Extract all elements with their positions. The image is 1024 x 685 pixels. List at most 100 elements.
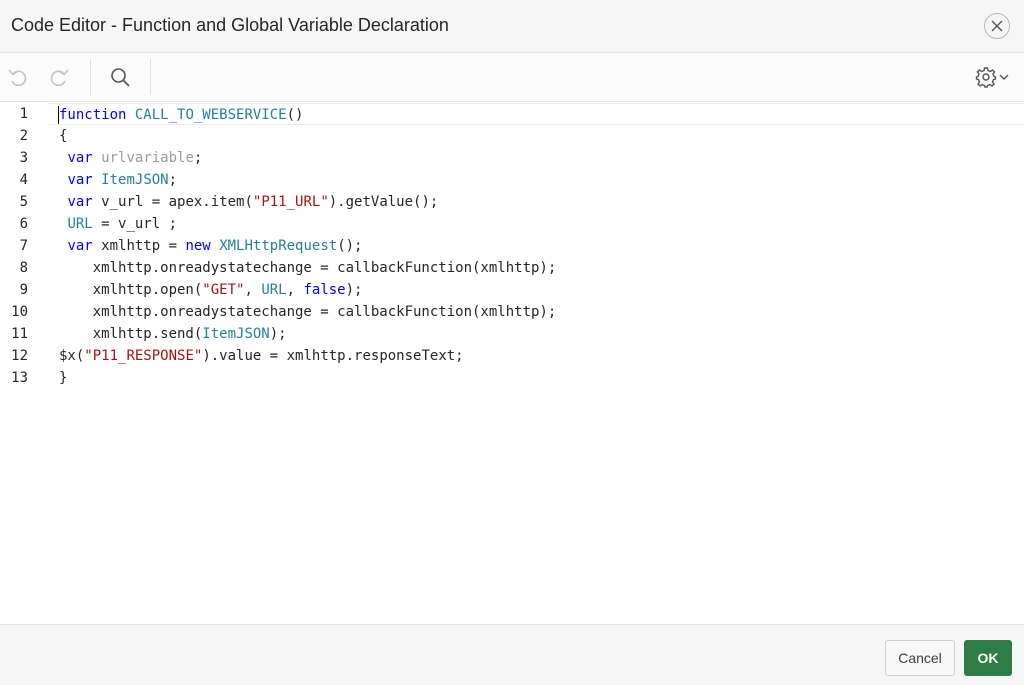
code-token: var	[67, 150, 93, 166]
code-line-text: var urlvariable;	[59, 147, 202, 169]
code-token: ;	[193, 150, 203, 166]
line-number: 11	[11, 326, 28, 342]
code-line[interactable]: xmlhttp.open("GET", URL, false);	[48, 279, 1024, 301]
line-number: 3	[19, 150, 28, 166]
ok-button[interactable]: OK	[964, 640, 1012, 676]
code-token: );	[345, 282, 363, 298]
line-number: 8	[19, 260, 28, 276]
code-line-text: }	[59, 367, 67, 389]
line-number: 1	[19, 106, 28, 122]
code-token: false	[303, 282, 346, 298]
code-line[interactable]: function CALL_TO_WEBSERVICE()	[48, 103, 1024, 125]
dialog-titlebar: Code Editor - Function and Global Variab…	[0, 0, 1024, 53]
line-number: 7	[19, 238, 28, 254]
code-token: xmlhttp.onreadystatechange = callbackFun…	[59, 304, 557, 320]
code-token: = v_url ;	[92, 216, 178, 232]
code-token: ,	[244, 282, 262, 298]
text-cursor	[58, 106, 59, 124]
redo-button[interactable]	[47, 65, 71, 89]
line-number: 12	[11, 348, 28, 364]
code-token: URL	[67, 216, 93, 232]
toolbar-separator	[90, 59, 91, 95]
code-line[interactable]: xmlhttp.send(ItemJSON);	[48, 323, 1024, 345]
code-token: "GET"	[202, 282, 245, 298]
code-token: URL	[261, 282, 287, 298]
line-number: 2	[19, 128, 28, 144]
line-number: 9	[19, 282, 28, 298]
line-number: 13	[11, 370, 28, 386]
code-token: ;	[168, 172, 178, 188]
code-token: xmlhttp.open(	[59, 282, 203, 298]
code-token: $x(	[59, 348, 85, 364]
code-line-text: xmlhttp.open("GET", URL, false);	[59, 279, 363, 301]
code-line-text: var v_url = apex.item("P11_URL").getValu…	[59, 191, 438, 213]
code-line-text: var ItemJSON;	[59, 169, 177, 191]
code-token: XMLHttpRequest	[219, 238, 338, 254]
code-token: ).getValue();	[328, 194, 439, 210]
gear-icon	[975, 67, 1009, 88]
cancel-button[interactable]: Cancel	[885, 640, 955, 676]
code-line-text: URL = v_url ;	[59, 213, 177, 235]
code-line[interactable]: var ItemJSON;	[48, 169, 1024, 191]
code-token: ItemJSON	[202, 326, 270, 342]
code-line[interactable]: }	[48, 367, 1024, 389]
code-token: xmlhttp =	[92, 238, 186, 254]
code-token: urlvariable	[101, 150, 194, 166]
dialog-footer: Cancel OK	[0, 624, 1024, 685]
code-token: ()	[286, 107, 304, 123]
code-token: "P11_RESPONSE"	[84, 348, 203, 364]
code-line[interactable]: $x("P11_RESPONSE").value = xmlhttp.respo…	[48, 345, 1024, 367]
code-token: ).value = xmlhttp.responseText;	[202, 348, 464, 364]
redo-icon	[50, 69, 69, 87]
toolbar-separator	[150, 59, 151, 95]
code-editor-dialog: Code Editor - Function and Global Variab…	[0, 0, 1024, 685]
search-icon	[111, 68, 130, 87]
editor-toolbar	[0, 53, 1024, 102]
code-token: var	[67, 172, 93, 188]
code-line[interactable]: URL = v_url ;	[48, 213, 1024, 235]
line-number: 4	[19, 172, 28, 188]
code-line[interactable]: var v_url = apex.item("P11_URL").getValu…	[48, 191, 1024, 213]
code-line-text: {	[59, 125, 67, 147]
chevron-down-icon	[999, 74, 1009, 80]
close-button[interactable]	[984, 13, 1010, 39]
code-token: new	[185, 238, 211, 254]
line-number: 10	[11, 304, 28, 320]
settings-menu-button[interactable]	[974, 65, 1014, 89]
code-line-text: $x("P11_RESPONSE").value = xmlhttp.respo…	[59, 345, 464, 367]
line-number: 5	[19, 194, 28, 210]
code-line-text: function CALL_TO_WEBSERVICE()	[59, 104, 303, 126]
code-token: var	[67, 194, 93, 210]
code-token: xmlhttp.onreadystatechange = callbackFun…	[59, 260, 557, 276]
search-button[interactable]	[108, 65, 132, 89]
code-line-text: var xmlhttp = new XMLHttpRequest();	[59, 235, 363, 257]
undo-icon	[8, 69, 27, 87]
code-line-text: xmlhttp.send(ItemJSON);	[59, 323, 287, 345]
code-token: }	[59, 370, 68, 386]
code-line-text: xmlhttp.onreadystatechange = callbackFun…	[59, 257, 557, 279]
code-token: v_url = apex.item(	[92, 194, 253, 210]
line-number: 6	[19, 216, 28, 232]
code-token: xmlhttp.send(	[59, 326, 203, 342]
code-line[interactable]: var xmlhttp = new XMLHttpRequest();	[48, 235, 1024, 257]
dialog-title: Code Editor - Function and Global Variab…	[11, 15, 449, 35]
code-line[interactable]: xmlhttp.onreadystatechange = callbackFun…	[48, 301, 1024, 323]
code-token: "P11_URL"	[252, 194, 329, 210]
code-line[interactable]: var urlvariable;	[48, 147, 1024, 169]
code-token: function	[59, 107, 127, 123]
code-line[interactable]: xmlhttp.onreadystatechange = callbackFun…	[48, 257, 1024, 279]
code-line-text: xmlhttp.onreadystatechange = callbackFun…	[59, 301, 557, 323]
code-line[interactable]: {	[48, 125, 1024, 147]
undo-button[interactable]	[6, 65, 30, 89]
code-token: {	[59, 128, 68, 144]
code-token: var	[67, 238, 93, 254]
code-token: ,	[286, 282, 304, 298]
code-area[interactable]: function CALL_TO_WEBSERVICE() { var urlva…	[48, 102, 1024, 624]
line-number-gutter: 1 2 3 4 5 6 7 8 9 10 11 12 13	[0, 102, 48, 624]
code-editor[interactable]: 1 2 3 4 5 6 7 8 9 10 11 12 13 function CALL_TO_WEBSE…	[0, 102, 1024, 624]
code-token: ();	[337, 238, 363, 254]
